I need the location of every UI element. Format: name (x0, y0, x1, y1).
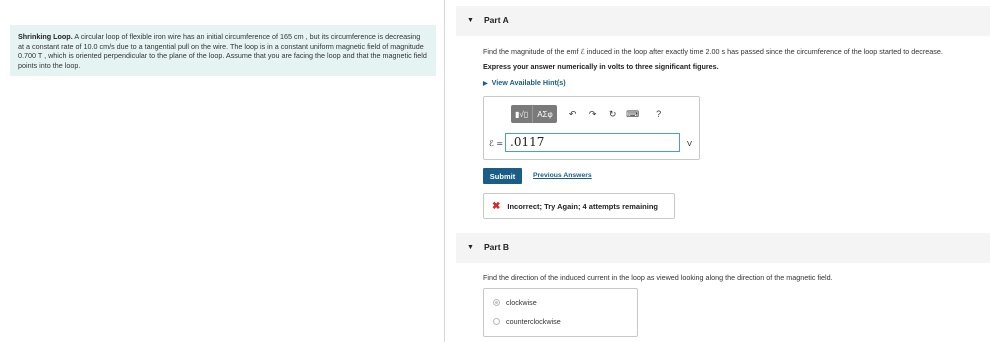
answer-box: ▮√▯ ΑΣφ ↶ ↷ ↻ ⌨ ? ℰ = .0117 V (483, 96, 700, 160)
previous-answers-link[interactable]: Previous Answers (533, 172, 592, 179)
option-clockwise[interactable]: clockwise (493, 298, 537, 307)
problem-pane: Shrinking Loop. A circular loop of flexi… (0, 0, 444, 342)
part-b-question: Find the direction of the induced curren… (483, 273, 833, 282)
math-toolbar: ▮√▯ ΑΣφ ↶ ↷ ↻ ⌨ ? (511, 105, 671, 123)
part-a-question: Find the magnitude of the emf ℰ induced … (483, 47, 943, 56)
emf-label: ℰ = (489, 139, 504, 148)
submit-button[interactable]: Submit (483, 168, 522, 184)
collapse-triangle-icon[interactable]: ▼ (467, 17, 474, 24)
radio-button[interactable] (493, 318, 500, 325)
part-a-title: Part A (484, 15, 509, 25)
part-b-title: Part B (484, 242, 510, 252)
problem-title: Shrinking Loop. (18, 32, 73, 41)
feedback-message: Incorrect; Try Again; 4 attempts remaini… (507, 201, 658, 211)
option-label: clockwise (506, 298, 537, 307)
templates-button[interactable]: ▮√▯ (511, 105, 532, 123)
greek-symbols-button[interactable]: ΑΣφ (532, 105, 556, 123)
hint-link-label: View Available Hint(s) (491, 78, 566, 87)
emf-answer-input[interactable]: .0117 (505, 133, 680, 152)
radio-button[interactable] (493, 299, 500, 306)
direction-options: clockwise counterclockwise (483, 288, 638, 337)
option-counterclockwise[interactable]: counterclockwise (493, 317, 561, 326)
reset-icon[interactable]: ↻ (605, 105, 621, 123)
expand-triangle-icon: ▶ (483, 81, 488, 87)
incorrect-x-icon: ✖ (492, 200, 501, 212)
template-buttons: ▮√▯ ΑΣφ (511, 105, 557, 123)
part-b-header[interactable]: ▼ Part B (456, 233, 990, 263)
view-hints-link[interactable]: ▶ View Available Hint(s) (483, 78, 566, 87)
problem-statement: Shrinking Loop. A circular loop of flexi… (10, 25, 436, 76)
redo-icon[interactable]: ↷ (585, 105, 601, 123)
problem-text: A circular loop of flexible iron wire ha… (18, 32, 427, 70)
collapse-triangle-icon[interactable]: ▼ (467, 244, 474, 251)
help-icon[interactable]: ? (651, 105, 667, 123)
undo-icon[interactable]: ↶ (565, 105, 581, 123)
part-a-header[interactable]: ▼ Part A (456, 6, 990, 36)
keyboard-icon[interactable]: ⌨ (625, 105, 641, 123)
unit-label: V (687, 139, 693, 148)
feedback-box: ✖ Incorrect; Try Again; 4 attempts remai… (483, 193, 675, 219)
part-a-instruction: Express your answer numerically in volts… (483, 62, 719, 71)
option-label: counterclockwise (506, 317, 561, 326)
pane-divider (444, 0, 445, 342)
